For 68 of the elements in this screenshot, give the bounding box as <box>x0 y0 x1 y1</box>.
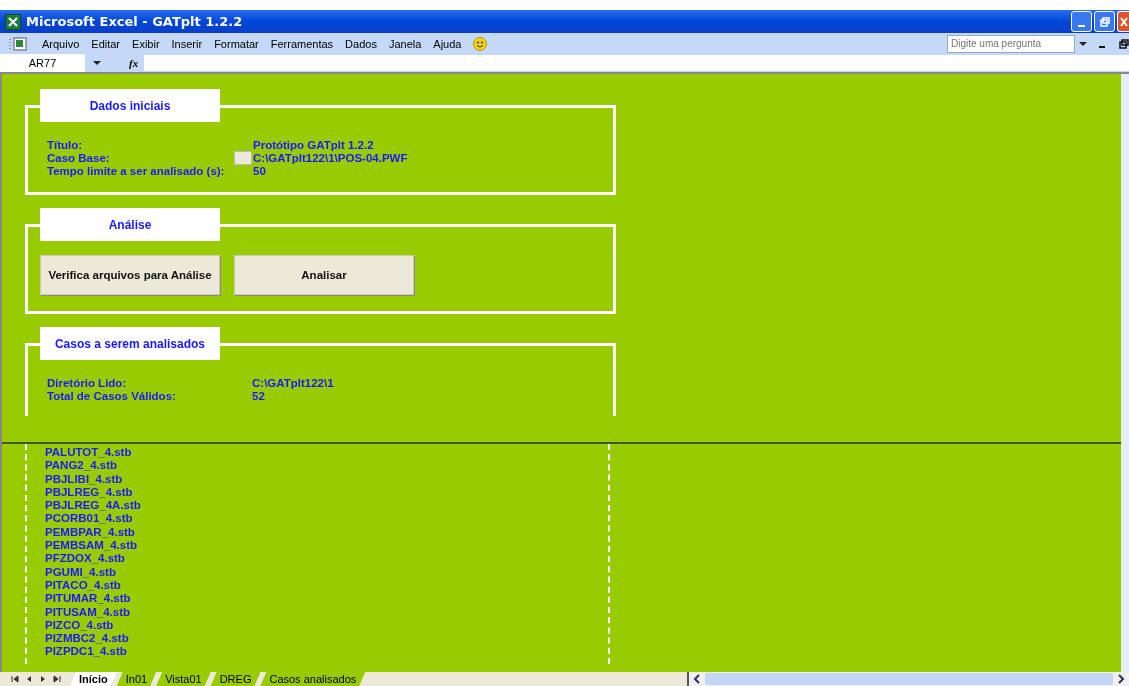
spreadsheet-icon <box>5 13 21 30</box>
menu-item[interactable]: Janela <box>388 37 422 50</box>
smiley-icon[interactable] <box>473 36 488 51</box>
workbook-icon[interactable] <box>8 35 30 52</box>
restore-button[interactable] <box>1094 11 1115 32</box>
file-name: PEMBSAM_4.stb <box>45 539 139 553</box>
file-name: PBJLREG_4A.stb <box>45 499 142 513</box>
menu-item[interactable]: Editar <box>91 37 121 50</box>
sheet-tab[interactable]: Casos analisados <box>260 672 366 686</box>
file-name: PBJLREG_4.stb <box>45 485 134 500</box>
action-button[interactable]: Verifica arquivos para Análise <box>40 255 220 295</box>
file-name: PIZCO_4.stb <box>45 618 115 633</box>
menu-item[interactable]: Arquivo <box>42 37 80 50</box>
minimize-button[interactable] <box>1071 11 1092 32</box>
restore-icon[interactable] <box>1119 38 1129 49</box>
menu-item[interactable]: Ferramentas <box>270 37 334 50</box>
file-name: PITACO_4.stb <box>45 578 122 593</box>
scroll-left-icon[interactable] <box>693 674 701 684</box>
name-box[interactable]: AR77 <box>0 54 85 72</box>
file-name: PBJLIBI_4.stb <box>45 472 124 486</box>
file-name: PGUMI_4.stb <box>45 565 117 579</box>
function-label[interactable]: fx <box>129 57 139 69</box>
window-title: Microsoft Excel - GATplt 1.2.2 <box>26 14 243 29</box>
menu-item[interactable]: Formatar <box>214 37 259 50</box>
section-heading: Análise <box>40 208 220 241</box>
menu-item[interactable]: Dados <box>345 37 377 50</box>
sheet-tab[interactable]: DREG <box>210 672 261 686</box>
field-value: 52 <box>252 389 265 402</box>
action-button[interactable]: Analisar <box>234 255 414 295</box>
menu-item[interactable]: Ajuda <box>433 37 462 50</box>
field-label: Título: <box>47 138 84 151</box>
section-heading: Casos a serem analisados <box>40 327 220 360</box>
first-sheet-icon[interactable] <box>10 674 20 684</box>
menu-item[interactable]: Inserir <box>171 37 203 50</box>
dropdown-icon[interactable] <box>1079 40 1087 47</box>
field-label: Total de Casos Válidos: <box>47 389 177 402</box>
sheet-tab[interactable]: Início <box>70 672 117 686</box>
file-name: PITUSAM_4.stb <box>45 605 131 619</box>
file-name: PCORB01_4.stb <box>45 512 134 526</box>
minimize-icon <box>1078 24 1085 27</box>
last-sheet-icon[interactable] <box>52 674 62 684</box>
file-name: PFZDOX_4.stb <box>45 552 126 566</box>
section-heading: Dados iniciais <box>40 89 220 122</box>
field-value: C:\GATplt122\1 <box>252 376 334 389</box>
scroll-right-icon[interactable] <box>1117 674 1125 684</box>
close-button[interactable] <box>1117 11 1129 32</box>
sheet-tab[interactable]: In01 <box>116 672 157 686</box>
field-value: 50 <box>253 164 266 177</box>
close-icon <box>1119 16 1128 27</box>
horizontal-scrollbar[interactable] <box>687 672 1129 686</box>
field-label: Caso Base: <box>47 151 111 164</box>
file-name: PITUMAR_4.stb <box>45 592 132 606</box>
field-label: Diretório Lido: <box>47 376 128 389</box>
field-value: C:\GATplt122\1\POS-04.PWF <box>253 151 408 164</box>
file-name: PIZPDC1_4.stb <box>45 645 128 659</box>
vertical-scrollbar[interactable] <box>1121 74 1129 672</box>
help-search-field[interactable]: Digite uma pergunta <box>947 34 1075 53</box>
restore-icon <box>1099 16 1110 27</box>
dropdown-icon[interactable] <box>93 60 101 66</box>
field-value: Protótipo GATplt 1.2.2 <box>253 138 374 151</box>
field-label: Tempo limite a ser analisado (s): <box>47 164 226 177</box>
file-name: PANG2_4.stb <box>45 459 118 473</box>
file-name: PEMBPAR_4.stb <box>45 525 136 540</box>
menu-item[interactable]: Exibir <box>132 37 160 50</box>
file-name: PALUTOT_4.stb <box>45 446 133 460</box>
file-name: PIZMBC2_4.stb <box>45 632 130 646</box>
formula-field[interactable] <box>144 55 1129 71</box>
sheet-tab[interactable]: Vista01 <box>156 672 211 686</box>
